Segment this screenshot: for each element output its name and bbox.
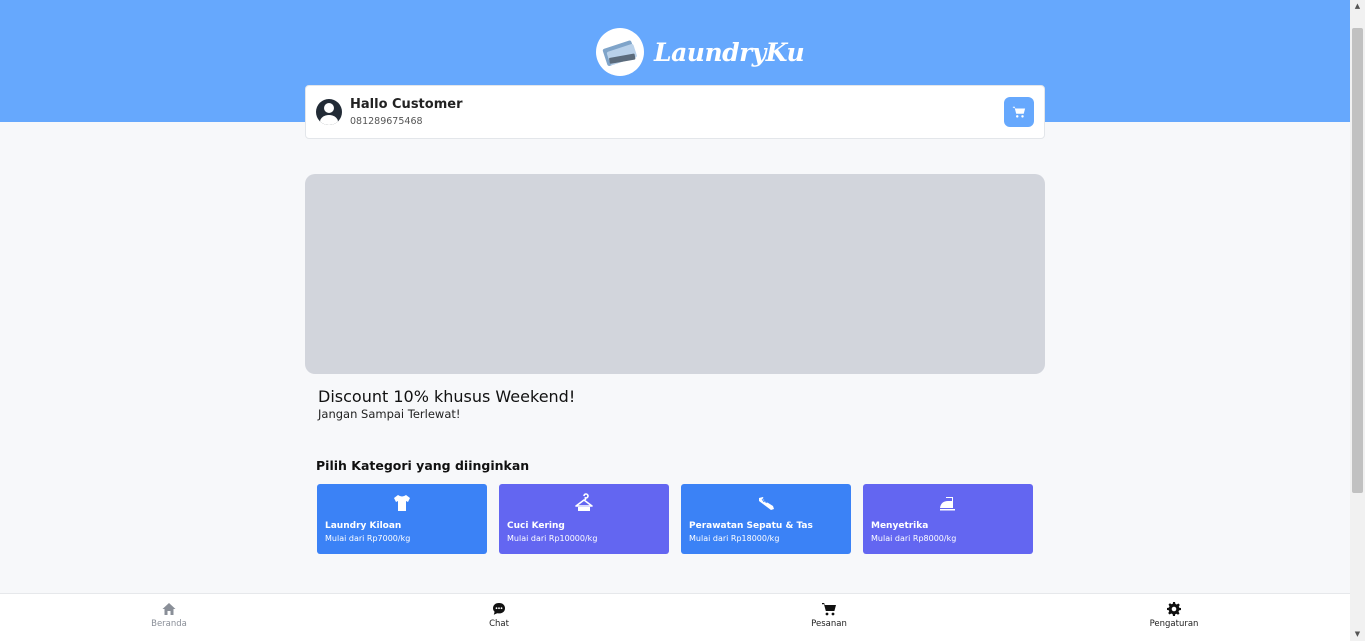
category-name: Menyetrika: [871, 521, 929, 531]
category-price: Mulai dari Rp18000/kg: [689, 534, 780, 543]
home-icon: [162, 603, 176, 615]
tshirt-icon: [394, 495, 410, 511]
cart-button[interactable]: [1004, 97, 1034, 127]
category-name: Perawatan Sepatu & Tas: [689, 521, 813, 531]
category-name: Cuci Kering: [507, 521, 565, 531]
category-card-menyetrika[interactable]: Menyetrika Mulai dari Rp8000/kg: [863, 484, 1033, 554]
category-card-laundry-kiloan[interactable]: Laundry Kiloan Mulai dari Rp7000/kg: [317, 484, 487, 554]
user-card: Hallo Customer 081289675468: [305, 85, 1045, 139]
nav-label: Pesanan: [811, 619, 847, 629]
gear-icon: [1167, 602, 1181, 616]
category-card-perawatan-sepatu[interactable]: Perawatan Sepatu & Tas Mulai dari Rp1800…: [681, 484, 851, 554]
cart-icon: [1012, 106, 1026, 118]
category-card-cuci-kering[interactable]: Cuci Kering Mulai dari Rp10000/kg: [499, 484, 669, 554]
category-price: Mulai dari Rp8000/kg: [871, 534, 957, 543]
brand-name: LaundryKu: [654, 37, 805, 67]
scroll-up-icon[interactable]: ▲: [1353, 2, 1362, 11]
category-price: Mulai dari Rp7000/kg: [325, 534, 411, 543]
category-name: Laundry Kiloan: [325, 521, 402, 531]
cart-icon: [822, 603, 836, 616]
nav-label: Chat: [489, 619, 509, 629]
bottom-nav: Beranda Chat Pesanan Pengaturan: [0, 593, 1350, 641]
promo-banner-image[interactable]: [305, 174, 1045, 374]
user-greeting: Hallo Customer: [350, 97, 463, 112]
category-heading: Pilih Kategori yang diinginkan: [316, 458, 530, 473]
brand: LaundryKu: [596, 27, 805, 77]
nav-item-pengaturan[interactable]: Pengaturan: [1134, 601, 1214, 629]
promo-title: Discount 10% khusus Weekend!: [318, 387, 576, 406]
nav-label: Beranda: [151, 619, 187, 629]
shoe-icon: [759, 497, 774, 510]
user-phone: 081289675468: [350, 116, 423, 127]
hanger-icon: [575, 493, 593, 511]
nav-item-pesanan[interactable]: Pesanan: [789, 601, 869, 629]
nav-item-beranda[interactable]: Beranda: [129, 601, 209, 629]
user-avatar-icon: [316, 99, 342, 125]
nav-item-chat[interactable]: Chat: [459, 601, 539, 629]
brand-logo-icon: [596, 28, 644, 76]
nav-label: Pengaturan: [1149, 619, 1199, 629]
scrollbar-thumb[interactable]: [1352, 28, 1363, 493]
scroll-down-icon[interactable]: ▼: [1353, 630, 1362, 639]
chat-icon: [493, 603, 505, 615]
promo-subtitle: Jangan Sampai Terlewat!: [318, 407, 461, 421]
category-price: Mulai dari Rp10000/kg: [507, 534, 598, 543]
iron-icon: [940, 497, 955, 511]
